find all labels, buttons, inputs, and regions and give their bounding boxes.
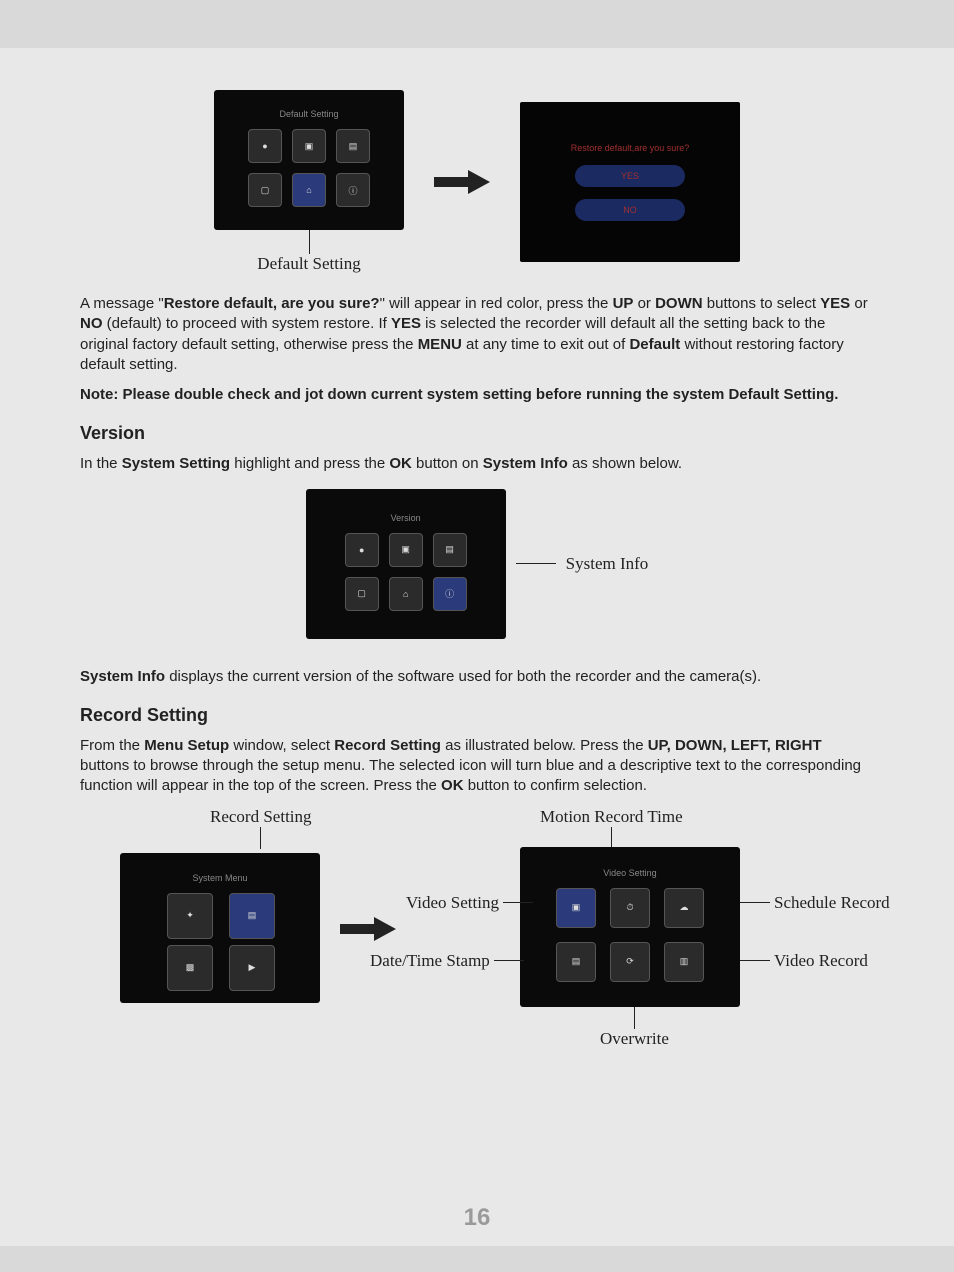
callout-schedule-record: Schedule Record xyxy=(774,893,890,913)
callout-motion-record-time: Motion Record Time xyxy=(540,807,683,827)
connector-line xyxy=(309,230,310,254)
arrow-right-icon xyxy=(340,917,396,941)
heading-version: Version xyxy=(80,423,874,444)
menu-icon: ⌂ xyxy=(389,577,423,611)
callout-system-info: System Info xyxy=(566,554,649,574)
connector-line xyxy=(516,563,556,564)
heading-record-setting: Record Setting xyxy=(80,705,874,726)
menu-icon: ▣ xyxy=(292,129,326,163)
connector-line xyxy=(740,902,770,903)
menu-icon: ✦ xyxy=(167,893,213,939)
menu-icon: ⟳ xyxy=(610,942,650,982)
top-band xyxy=(0,0,954,48)
screenshot-default-setting: Default Setting ● ▣ ▤ ▢ ⌂ ⓘ xyxy=(214,90,404,230)
menu-icon: ● xyxy=(248,129,282,163)
menu-icon: ☁ xyxy=(664,888,704,928)
menu-icon: ⏱ xyxy=(610,888,650,928)
screenshot-video-setting: Video Setting ▣ ⏱ ☁ ▤ ⟳ ▥ xyxy=(520,847,740,1007)
menu-icon: ⓘ xyxy=(336,173,370,207)
note-paragraph: Note: Please double check and jot down c… xyxy=(80,385,874,405)
confirm-yes-button: YES xyxy=(575,165,685,187)
confirm-no-button: NO xyxy=(575,199,685,221)
callout-date-time-stamp: Date/Time Stamp xyxy=(370,951,490,971)
menu-icon: ▤ xyxy=(556,942,596,982)
screenshot-confirm-dialog: Restore default,are you sure? YES NO xyxy=(520,102,740,262)
menu-icon: ▣ xyxy=(389,533,423,567)
connector-line xyxy=(503,902,533,903)
para-restore-default: A message "Restore default, are you sure… xyxy=(80,294,874,375)
callout-video-record: Video Record xyxy=(774,951,868,971)
bottom-band xyxy=(0,1246,954,1272)
confirm-prompt: Restore default,are you sure? xyxy=(571,143,690,153)
page-number: 16 xyxy=(0,1204,954,1232)
menu-icon: ▶ xyxy=(229,945,275,991)
menu-icon: ▤ xyxy=(336,129,370,163)
figure-row-version: Version ● ▣ ▤ ▢ ⌂ ⓘ System Info xyxy=(80,489,874,639)
caption-default-setting: Default Setting xyxy=(257,254,360,274)
menu-icon-selected: ⌂ xyxy=(292,173,326,207)
menu-icon: ▤ xyxy=(433,533,467,567)
menu-icon-selected: ▤ xyxy=(229,893,275,939)
connector-line xyxy=(634,1007,635,1029)
connector-line xyxy=(260,827,261,849)
menu-icon: ▢ xyxy=(248,173,282,207)
screenshot-title: System Menu xyxy=(192,873,247,883)
connector-line xyxy=(740,960,770,961)
callout-record-setting: Record Setting xyxy=(210,807,312,827)
screenshot-system-menu: System Menu ✦ ▤ ▩ ▶ xyxy=(120,853,320,1003)
screenshot-title: Version xyxy=(391,513,421,523)
menu-icon: ▩ xyxy=(167,945,213,991)
para-version: In the System Setting highlight and pres… xyxy=(80,454,874,474)
screenshot-title: Video Setting xyxy=(603,868,656,878)
callout-video-setting: Video Setting xyxy=(406,893,499,913)
menu-icon: ▢ xyxy=(345,577,379,611)
menu-icon-selected: ▣ xyxy=(556,888,596,928)
screenshot-title: Default Setting xyxy=(279,109,338,119)
para-record-setting: From the Menu Setup window, select Recor… xyxy=(80,736,874,797)
connector-line xyxy=(494,960,524,961)
connector-line xyxy=(611,827,612,849)
menu-icon: ▥ xyxy=(664,942,704,982)
callout-overwrite: Overwrite xyxy=(600,1029,669,1049)
para-system-info: System Info displays the current version… xyxy=(80,667,874,687)
figure-row-default: Default Setting ● ▣ ▤ ▢ ⌂ ⓘ Default Sett… xyxy=(80,90,874,274)
menu-icon: ● xyxy=(345,533,379,567)
menu-icon-selected: ⓘ xyxy=(433,577,467,611)
figure-record-setting: Record Setting Motion Record Time System… xyxy=(80,807,874,1057)
screenshot-version: Version ● ▣ ▤ ▢ ⌂ ⓘ xyxy=(306,489,506,639)
arrow-right-icon xyxy=(434,170,490,194)
